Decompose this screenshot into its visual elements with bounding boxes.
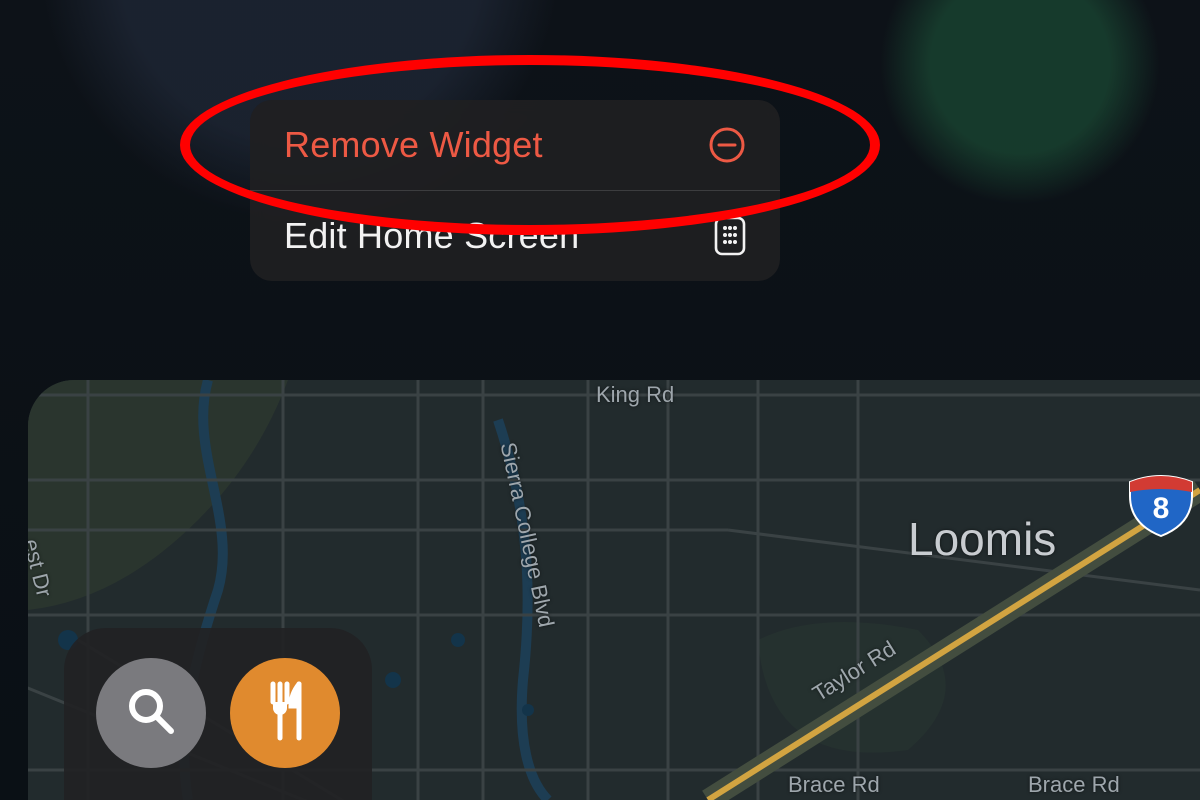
search-icon [123, 683, 179, 744]
interstate-number: 8 [1153, 492, 1170, 525]
home-screen-overlay: Remove Widget Edit Home Screen [0, 0, 1200, 800]
remove-widget-button[interactable]: Remove Widget [250, 100, 780, 190]
fork-knife-icon [259, 680, 311, 747]
interstate-shield-icon: 8 [1126, 468, 1196, 538]
edit-home-screen-button[interactable]: Edit Home Screen [250, 190, 780, 281]
map-search-button[interactable] [96, 658, 206, 768]
remove-widget-label: Remove Widget [284, 124, 543, 166]
map-quick-actions [64, 628, 372, 800]
edit-home-screen-label: Edit Home Screen [284, 215, 579, 257]
maps-widget[interactable]: King Rd Sierra College Blvd Taylor Rd Br… [28, 380, 1200, 800]
map-restaurants-button[interactable] [230, 658, 340, 768]
widget-context-menu: Remove Widget Edit Home Screen [250, 100, 780, 281]
apps-grid-icon [714, 216, 746, 256]
minus-circle-icon [708, 126, 746, 164]
